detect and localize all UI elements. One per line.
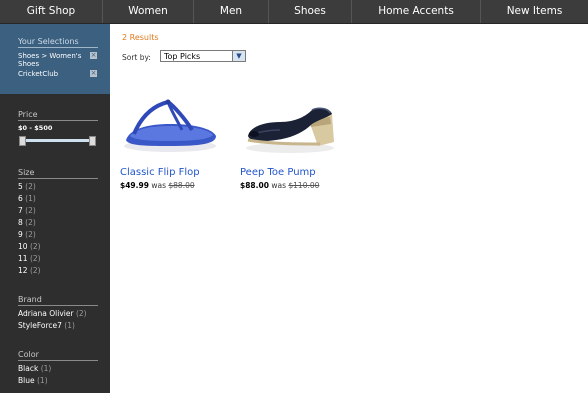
size-item[interactable]: 11 (2) (18, 254, 41, 263)
size-item[interactable]: 12 (2) (18, 266, 41, 275)
nav-men[interactable]: Men (194, 0, 269, 23)
price-slider-track[interactable] (22, 139, 94, 142)
filter-sidebar: Your Selections Shoes > Women's Shoes × … (0, 24, 110, 393)
size-count: (2) (29, 242, 41, 251)
size-label: 12 (18, 266, 28, 275)
price-slider-max-handle[interactable] (89, 136, 96, 146)
color-item[interactable]: Black (1) (18, 364, 51, 373)
color-divider (18, 360, 98, 361)
results-count: 2 Results (122, 33, 159, 42)
selections-title: Your Selections (18, 37, 79, 46)
size-count: (2) (25, 206, 36, 215)
chevron-down-icon[interactable]: ▼ (232, 51, 245, 61)
price-range-label: $0 - $500 (18, 124, 53, 132)
top-navigation: Gift Shop Women Men Shoes Home Accents N… (0, 0, 588, 24)
size-count: (2) (25, 182, 36, 191)
current-price: $49.99 (120, 181, 149, 190)
color-item[interactable]: Blue (1) (18, 376, 48, 385)
selection-category: Shoes > Women's Shoes (18, 52, 82, 68)
was-label: was (271, 181, 286, 190)
product-price: $49.99 was $88.00 (120, 181, 195, 190)
remove-brand-icon[interactable]: × (90, 70, 97, 77)
size-divider (18, 178, 98, 179)
size-label: 8 (18, 218, 23, 227)
original-price: $110.00 (288, 181, 320, 190)
peep-toe-pump-image[interactable] (240, 80, 340, 160)
nav-shoes[interactable]: Shoes (269, 0, 352, 23)
was-label: was (151, 181, 166, 190)
size-item[interactable]: 5 (2) (18, 182, 36, 191)
flip-flop-image[interactable] (120, 80, 220, 160)
color-title: Color (18, 350, 39, 359)
original-price: $88.00 (168, 181, 195, 190)
size-label: 6 (18, 194, 23, 203)
size-item[interactable]: 10 (2) (18, 242, 41, 251)
sort-select[interactable]: Top Picks ▼ (160, 50, 246, 62)
size-label: 10 (18, 242, 28, 251)
size-title: Size (18, 168, 35, 177)
size-item[interactable]: 9 (2) (18, 230, 36, 239)
size-count: (2) (25, 218, 36, 227)
brand-divider (18, 305, 98, 306)
brand-count: (1) (64, 321, 75, 330)
size-item[interactable]: 7 (2) (18, 206, 36, 215)
brand-item[interactable]: Adriana Olivier (2) (18, 309, 87, 318)
product-name[interactable]: Classic Flip Flop (120, 167, 200, 178)
remove-category-icon[interactable]: × (90, 52, 97, 59)
brand-count: (2) (75, 309, 87, 318)
size-count: (2) (25, 230, 36, 239)
nav-gift-shop[interactable]: Gift Shop (0, 0, 103, 23)
product-results: 2 Results Sort by: Top Picks ▼ Classic F… (110, 24, 588, 393)
size-item[interactable]: 6 (1) (18, 194, 36, 203)
nav-home-accents[interactable]: Home Accents (352, 0, 481, 23)
product-name[interactable]: Peep Toe Pump (240, 167, 316, 178)
size-count: (2) (29, 254, 41, 263)
sort-by-label: Sort by: (122, 53, 151, 62)
color-count: (1) (37, 376, 48, 385)
color-label: Blue (18, 376, 35, 385)
product-price: $88.00 was $110.00 (240, 181, 319, 190)
color-count: (1) (40, 364, 52, 373)
brand-item[interactable]: StyleForce7 (1) (18, 321, 75, 330)
size-label: 5 (18, 182, 23, 191)
size-item[interactable]: 8 (2) (18, 218, 36, 227)
price-slider-min-handle[interactable] (19, 136, 26, 146)
size-label: 11 (18, 254, 28, 263)
brand-label: StyleForce7 (18, 321, 62, 330)
size-count: (2) (29, 266, 41, 275)
selections-divider (18, 47, 98, 48)
size-label: 7 (18, 206, 23, 215)
size-count: (1) (25, 194, 36, 203)
current-price: $88.00 (240, 181, 269, 190)
color-label: Black (18, 364, 39, 373)
brand-title: Brand (18, 295, 42, 304)
nav-new-items[interactable]: New Items (481, 0, 588, 23)
sort-select-value: Top Picks (164, 52, 201, 61)
size-label: 9 (18, 230, 23, 239)
price-divider (18, 120, 98, 121)
nav-women[interactable]: Women (103, 0, 194, 23)
your-selections-panel: Your Selections Shoes > Women's Shoes × … (0, 24, 110, 94)
price-title: Price (18, 110, 38, 119)
selection-brand: CricketClub (18, 70, 59, 78)
brand-label: Adriana Olivier (18, 309, 74, 318)
